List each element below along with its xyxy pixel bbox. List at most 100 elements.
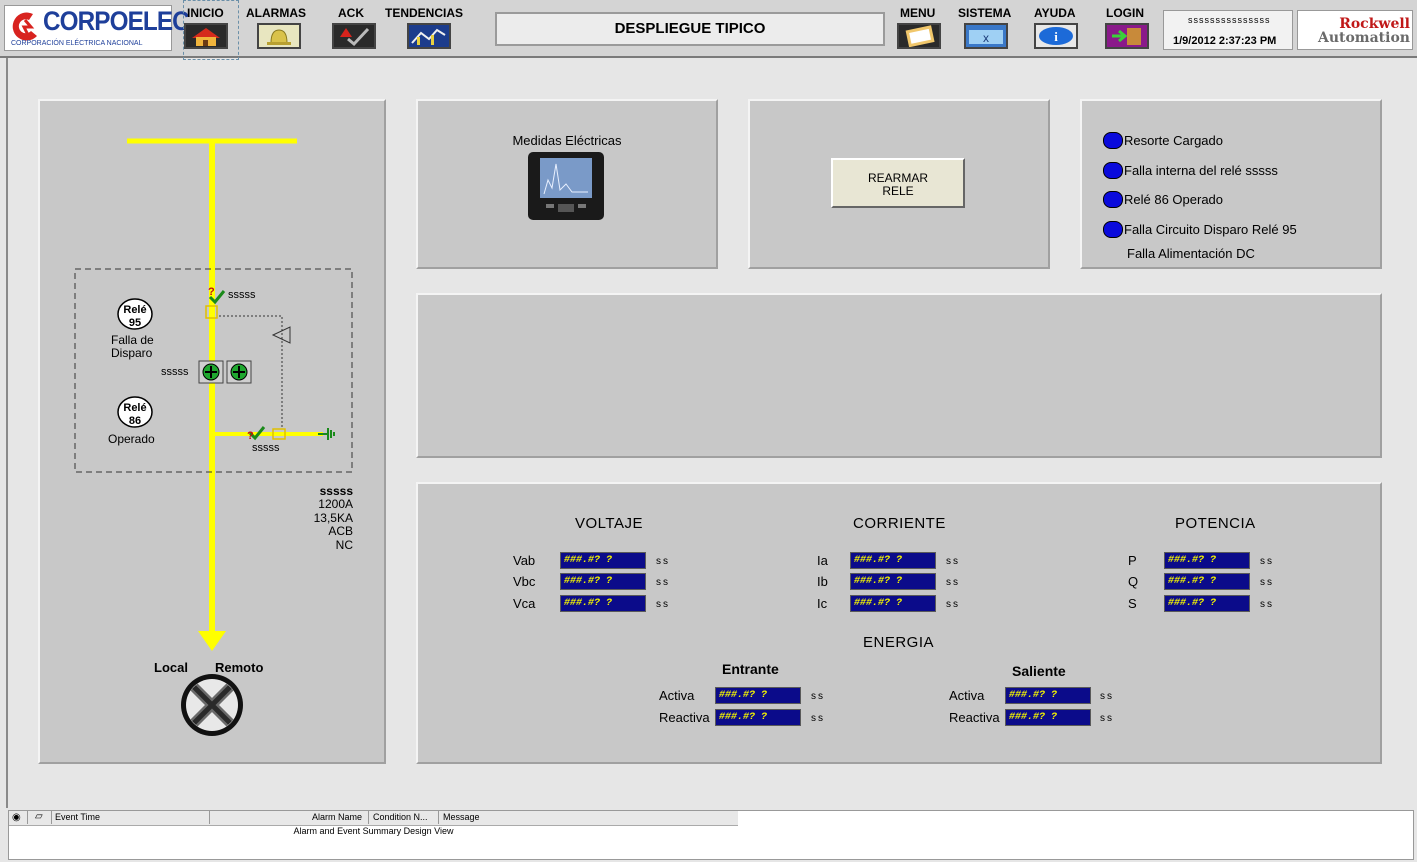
energia-title: ENERGIA (863, 634, 935, 651)
vbc-value: ###.#? ? (560, 573, 646, 590)
nav-menu-button[interactable] (897, 23, 941, 49)
rearmar-line2: RELE (882, 184, 914, 198)
ib-value: ###.#? ? (850, 573, 936, 590)
ic-unit: ss (946, 599, 960, 610)
status-falla-circuito: Falla Circuito Disparo Relé 95 (1124, 222, 1297, 237)
vab-value: ###.#? ? (560, 552, 646, 569)
logo-subtitle: CORPORACIÓN ELÉCTRICA NACIONAL (11, 40, 143, 47)
vbc-label: Vbc (513, 574, 536, 589)
ia-value: ###.#? ? (850, 552, 936, 569)
ib-label: Ib (817, 574, 828, 589)
vab-unit: ss (656, 556, 670, 567)
nav-tendencias-label: TENDENCIAS (385, 6, 464, 20)
page-title: DESPLIEGUE TIPICO (495, 12, 885, 46)
breaker-spec-kA: 13,5KA (313, 510, 353, 525)
relay-95-number: 95 (128, 317, 142, 329)
relay-95-label: Relé (123, 304, 147, 316)
status-rele-86: Relé 86 Operado (1124, 192, 1224, 207)
relay-86-label: Relé (123, 402, 147, 414)
entrante-activa-unit: ss (811, 691, 825, 702)
entrante-activa-label: Activa (659, 688, 695, 703)
medidas-title: Medidas Eléctricas (512, 133, 622, 148)
status-question-icon: ? (208, 286, 215, 298)
svg-text:i: i (1054, 29, 1058, 44)
col-alarm-name[interactable]: Alarm Name (312, 812, 362, 822)
q-value: ###.#? ? (1164, 573, 1250, 590)
status-resorte-cargado: Resorte Cargado (1124, 133, 1223, 148)
user-id-box: sssssssssssssss 1/9/2012 2:37:23 PM (1163, 10, 1293, 50)
breaker-spec-state: NC (335, 537, 353, 552)
entrante-reactiva-label: Reactiva (659, 710, 710, 725)
nav-ack-label: ACK (338, 6, 364, 20)
svg-text:x: x (983, 31, 989, 45)
p-label: P (1128, 553, 1137, 568)
alarm-event-summary[interactable]: ◉ ▱ Event Time Alarm Name Condition N...… (8, 810, 1414, 860)
datetime: 1/9/2012 2:37:23 PM (1173, 35, 1277, 47)
folder-x-icon: x (969, 30, 1003, 45)
relay-95-caption-2: Disparo (111, 346, 153, 360)
local-label: Local (154, 660, 188, 675)
saliente-activa-unit: ss (1100, 691, 1114, 702)
corpoelec-logo-mark-icon (12, 12, 37, 41)
blank-panel (416, 293, 1382, 458)
remote-label: Remoto (215, 660, 264, 675)
info-icon: i (1039, 27, 1073, 45)
col-message[interactable]: Message (443, 812, 480, 822)
bell-icon (267, 29, 291, 45)
home-icon (192, 28, 220, 46)
saliente-title: Saliente (1012, 663, 1066, 679)
voltaje-title: VOLTAJE (575, 515, 643, 532)
nav-ayuda-button[interactable]: i (1034, 23, 1078, 49)
corpoelec-logo: CORPOELEC CORPORACIÓN ELÉCTRICA NACIONAL (4, 5, 190, 51)
p-unit: ss (1260, 556, 1274, 567)
trend-chart-icon (411, 28, 446, 45)
header-divider (27, 811, 28, 824)
led-rele-86 (1103, 191, 1123, 208)
vca-label: Vca (513, 596, 536, 611)
brand-line2: Automation (1317, 30, 1410, 46)
nav-login-label: LOGIN (1106, 6, 1144, 20)
rearmar-rele-button[interactable]: REARMAR RELE (831, 158, 965, 208)
status-falla-dc: Falla Alimentación DC (1127, 246, 1255, 261)
header-divider (368, 811, 369, 824)
ia-label: Ia (817, 553, 828, 568)
entrante-reactiva-value: ###.#? ? (715, 709, 801, 726)
power-meter-icon[interactable] (526, 150, 606, 222)
nav-inicio-button[interactable] (184, 23, 228, 49)
ack-check-icon (340, 27, 370, 47)
tag-bottom: sssss (252, 442, 280, 454)
col-condition[interactable]: Condition N... (373, 812, 428, 822)
nav-sistema-label: SISTEMA (958, 6, 1012, 20)
relay-86-caption: Operado (108, 432, 155, 446)
event-table-header: ◉ ▱ Event Time Alarm Name Condition N...… (9, 811, 738, 826)
nav-login-button[interactable] (1105, 23, 1149, 49)
nav-alarmas-label: ALARMAS (246, 6, 306, 20)
p-value: ###.#? ? (1164, 552, 1250, 569)
ic-label: Ic (817, 596, 828, 611)
logo-text: CORPOELEC (43, 6, 190, 36)
corriente-title: CORRIENTE (853, 515, 946, 532)
nav-tendencias-button[interactable] (407, 23, 451, 49)
breaker-name: sssss (319, 484, 353, 498)
vbc-unit: ss (656, 577, 670, 588)
q-unit: ss (1260, 577, 1274, 588)
local-remote-selector-icon[interactable] (181, 674, 243, 736)
nav-alarmas-button[interactable] (257, 23, 301, 49)
saliente-activa-value: ###.#? ? (1005, 687, 1091, 704)
saliente-activa-label: Activa (949, 688, 985, 703)
nav-ack-button[interactable] (332, 23, 376, 49)
col-event-time[interactable]: Event Time (55, 812, 100, 822)
event-filter-icon[interactable]: ◉ (12, 812, 21, 823)
potencia-title: POTENCIA (1175, 515, 1256, 532)
breaker-spec-type: ACB (328, 524, 353, 538)
ground-icon (318, 428, 335, 440)
saliente-reactiva-value: ###.#? ? (1005, 709, 1091, 726)
led-resorte-cargado (1103, 132, 1123, 149)
status-panel (1080, 99, 1382, 269)
nav-menu-label: MENU (900, 6, 936, 20)
nav-sistema-button[interactable]: x (964, 23, 1008, 49)
tag-mid: sssss (161, 366, 189, 378)
header-divider (209, 811, 210, 824)
breaker-control-icons[interactable] (198, 360, 252, 384)
nav-inicio-label: INICIO (187, 6, 224, 20)
